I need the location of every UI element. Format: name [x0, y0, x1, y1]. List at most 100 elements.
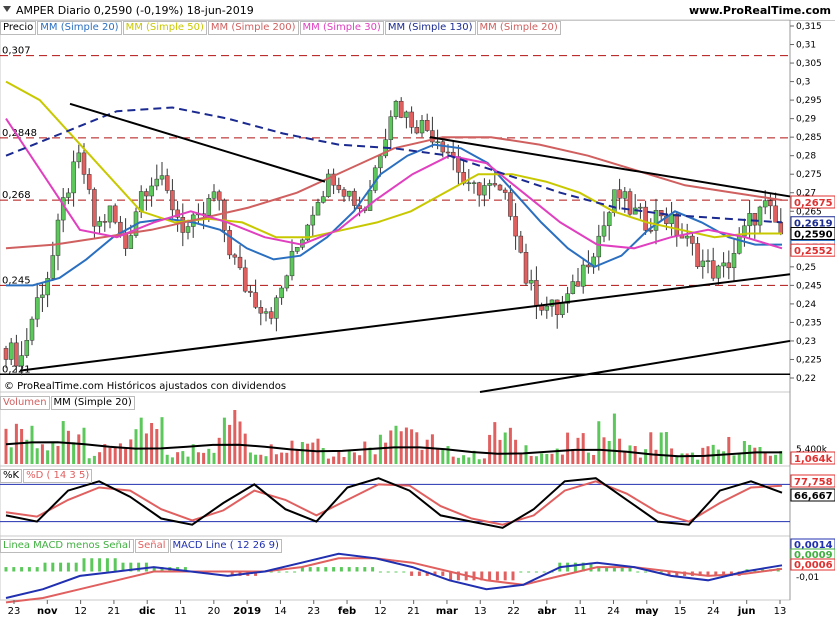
source-note: © ProRealTime.com Históricos ajustados c… [4, 381, 287, 392]
price-legend-item[interactable]: MM (Simple 200) [207, 21, 299, 35]
price-candle [622, 191, 628, 199]
volume-bar [768, 455, 772, 464]
volume-bar [35, 448, 39, 464]
volume-bar [633, 446, 637, 464]
volume-badge-label: 1,064k [794, 454, 833, 465]
price-candle [81, 152, 87, 175]
price-candle [398, 100, 404, 118]
macd-histogram-bar [503, 571, 507, 581]
price-candle [705, 260, 711, 262]
price-candle [404, 111, 409, 118]
price-legend-item[interactable]: MM (Simple 30) [299, 21, 384, 35]
macd-legend-item[interactable]: Linea MACD menos Señal [0, 539, 134, 553]
price-candle [762, 200, 768, 208]
price-candle [757, 206, 763, 226]
y-tick-label: 0,275 [796, 170, 822, 180]
macd-histogram-bar [573, 562, 577, 572]
macd-legend-item[interactable]: MACD Line ( 12 26 9) [169, 539, 282, 553]
volume-bar [207, 448, 211, 464]
volume-bar [332, 456, 336, 464]
volume-bar [217, 437, 221, 464]
price-candle [86, 174, 92, 190]
price-candle [258, 306, 264, 314]
macd-histogram-bar [324, 567, 328, 572]
volume-bar [108, 447, 112, 464]
price-candle [24, 340, 30, 356]
volume-legend-item[interactable]: Volumen [0, 396, 50, 410]
volume-bar [254, 454, 258, 464]
price-candle [263, 311, 269, 314]
volume-bar [623, 451, 627, 464]
volume-bar [753, 447, 757, 464]
macd-histogram-bar [495, 571, 499, 581]
x-tick-label: mar [436, 606, 458, 617]
price-candle [476, 182, 482, 196]
volume-bar [181, 451, 185, 464]
macd-histogram-bar [511, 571, 515, 581]
volume-bar [774, 454, 778, 464]
y-tick-label: 0,305 [796, 59, 822, 69]
macd-histogram-bar [441, 571, 445, 576]
macd-histogram-bar [410, 571, 414, 576]
stochastic-legend-item[interactable]: %K [0, 469, 23, 483]
y-tick-label: 0,315 [796, 22, 822, 32]
price-legend-item[interactable]: MM (Simple 20) [476, 21, 561, 35]
volume-bar [290, 440, 294, 464]
volume-bar [659, 432, 663, 464]
price-legend-item[interactable]: MM (Simple 130) [384, 21, 476, 35]
volume-bar [644, 449, 648, 464]
x-tick-label: 11 [174, 606, 187, 617]
volume-bar [763, 452, 767, 464]
volume-bar [649, 432, 653, 464]
volume-bar [259, 454, 263, 464]
price-legend-item[interactable]: MM (Simple 20) [37, 21, 122, 35]
volume-bar [732, 455, 736, 464]
volume-legend-item[interactable]: MM (Simple 20) [50, 396, 135, 410]
volume-bar [124, 448, 128, 464]
volume-bar [337, 451, 341, 464]
volume-bar [519, 453, 523, 464]
x-tick-label: 22 [507, 606, 520, 617]
panel-frame [0, 465, 791, 537]
volume-bar [186, 456, 190, 464]
volume-bar [363, 441, 367, 464]
volume-bar [233, 410, 237, 464]
price-candle [435, 141, 440, 143]
macd-histogram-bar [113, 558, 117, 572]
volume-bar [40, 444, 44, 464]
price-candle [248, 290, 253, 293]
price-candle [294, 247, 300, 252]
volume-bar [451, 456, 455, 464]
price-candle [513, 216, 518, 237]
volume-bar [238, 421, 242, 464]
volume-bar [373, 454, 377, 464]
y-tick-label: -0,01 [796, 573, 819, 583]
macd-legend-item[interactable]: Señal [134, 539, 169, 553]
price-candle [185, 226, 191, 233]
price-legend-item[interactable]: MM (Simple 50) [122, 21, 207, 35]
macd-histogram-bar [394, 571, 398, 573]
volume-bar [139, 417, 143, 464]
stochastic-legend-item[interactable]: %D ( 14 3 5) [23, 469, 93, 483]
price-candle [352, 190, 357, 206]
macd-histogram-bar [355, 567, 359, 572]
volume-bar [571, 448, 575, 464]
volume-bar [748, 444, 752, 464]
price-candle [736, 235, 742, 254]
volume-bar [202, 452, 206, 464]
price-candle [336, 184, 342, 190]
price-candle [170, 190, 175, 211]
price-candle [128, 235, 134, 249]
x-tick-label: 15 [674, 606, 687, 617]
volume-bar [576, 437, 580, 464]
volume-bar [4, 428, 8, 464]
chart-canvas[interactable]: 0,3070,28480,2680,2450,2210,3150,310,305… [0, 0, 835, 620]
price-candle [34, 297, 40, 320]
x-tick-label: 12 [74, 606, 87, 617]
price-candle [55, 219, 61, 256]
price-candle [528, 280, 534, 284]
macd-histogram-bar [285, 571, 289, 573]
volume-bar [664, 432, 668, 464]
volume-bar [295, 448, 299, 464]
price-legend-item[interactable]: Precio [0, 21, 37, 35]
